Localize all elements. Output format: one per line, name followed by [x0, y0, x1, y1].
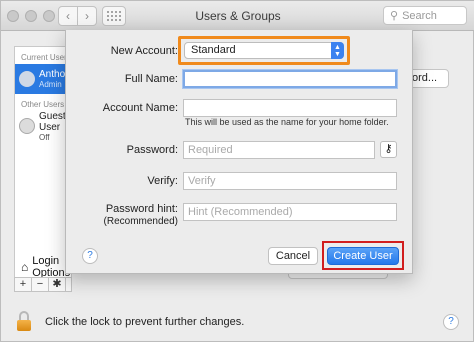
- gear-icon[interactable]: ✱: [49, 278, 66, 291]
- house-icon: ⌂: [21, 260, 29, 274]
- avatar: [19, 71, 35, 87]
- account-name-hint: This will be used as the name for your h…: [185, 117, 389, 127]
- account-name-label: Account Name:: [102, 102, 178, 114]
- password-label: Password:: [126, 144, 178, 156]
- search-placeholder: Search: [402, 9, 437, 22]
- verify-field[interactable]: Verify: [183, 172, 397, 190]
- add-remove-bar: + − ✱: [14, 277, 72, 292]
- other-users-header: Other Users: [21, 100, 65, 109]
- account-type-value: Standard: [191, 44, 236, 56]
- password-field[interactable]: Required: [183, 141, 375, 159]
- title-bar: ‹ › Users & Groups ⚲ Search: [1, 1, 474, 31]
- password-hint-field[interactable]: Hint (Recommended): [183, 203, 397, 221]
- create-user-highlight: Create User: [322, 241, 404, 270]
- users-groups-window: ‹ › Users & Groups ⚲ Search Current User…: [0, 0, 474, 342]
- password-row: Password: Required: [66, 141, 414, 163]
- help-button[interactable]: ?: [82, 248, 98, 264]
- new-account-sheet: New Account: Standard ▲ ▼ Full Name: Acco…: [65, 30, 413, 274]
- sidebar-user-guest[interactable]: Guest User Off: [15, 111, 71, 142]
- search-field[interactable]: ⚲ Search: [383, 6, 467, 25]
- lock-icon[interactable]: [17, 311, 31, 333]
- cancel-button[interactable]: Cancel: [268, 247, 318, 265]
- password-hint-label: Password hint:: [105, 203, 178, 215]
- search-icon: ⚲: [390, 10, 399, 22]
- users-sidebar: Current Users Anthony Admin Other Users …: [14, 46, 76, 274]
- new-account-label: New Account:: [110, 45, 178, 57]
- key-icon[interactable]: ⚷: [380, 141, 397, 158]
- current-users-header: Current Users: [21, 53, 71, 62]
- background-password-button[interactable]: ord...: [409, 69, 449, 88]
- sidebar-user-anthony[interactable]: Anthony Admin: [15, 64, 76, 94]
- updown-chevron-icon: ▲ ▼: [331, 42, 344, 59]
- account-name-field[interactable]: [183, 99, 397, 117]
- lock-message: Click the lock to prevent further change…: [45, 316, 245, 328]
- account-type-popup[interactable]: Standard ▲ ▼: [184, 42, 344, 59]
- password-hint-sublabel: (Recommended): [103, 216, 178, 227]
- new-account-highlight: Standard ▲ ▼: [178, 36, 350, 65]
- guest-avatar: [19, 118, 35, 134]
- password-hint-row: Password hint: (Recommended) Hint (Recom…: [66, 203, 414, 227]
- create-user-button[interactable]: Create User: [327, 247, 399, 265]
- full-name-field[interactable]: [183, 70, 397, 88]
- full-name-label: Full Name:: [124, 73, 178, 85]
- add-user-button[interactable]: +: [15, 278, 32, 291]
- login-options-item[interactable]: ⌂ Login Options: [14, 255, 72, 279]
- lock-bar: Click the lock to prevent further change…: [1, 301, 474, 342]
- verify-row: Verify: Verify: [66, 172, 414, 194]
- remove-user-button[interactable]: −: [32, 278, 49, 291]
- verify-label: Verify:: [147, 175, 178, 187]
- full-name-row: Full Name:: [66, 70, 414, 92]
- help-button-footer[interactable]: ?: [443, 314, 459, 330]
